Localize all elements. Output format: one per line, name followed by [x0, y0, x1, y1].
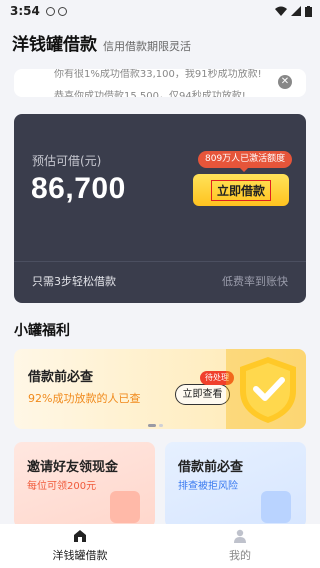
- loan-amount-label: 预估可借(元): [32, 154, 102, 168]
- bottom-tab-bar: 洋钱罐借款 我的: [0, 524, 320, 568]
- red-envelope-icon: [110, 491, 140, 523]
- battery-icon: [305, 5, 312, 17]
- section-title: 小罐福利: [14, 323, 70, 339]
- promo-subtitle: 92%成功放款的人已查: [28, 392, 141, 405]
- tab-loan[interactable]: 洋钱罐借款: [0, 524, 160, 568]
- notice-line: 恭喜你成功借款15,500，仅94秒成功放款!: [54, 91, 246, 97]
- divider: [14, 261, 306, 262]
- rate-text: 低费率到账快: [222, 275, 288, 288]
- apply-loan-button[interactable]: 立即借款: [193, 174, 289, 206]
- home-icon: [74, 530, 86, 542]
- tab-profile-label: 我的: [229, 549, 251, 562]
- page-header: 洋钱罐借款 信用借款期限灵活: [12, 30, 191, 56]
- check-before-loan-title: 借款前必查: [178, 460, 244, 475]
- page-title: 洋钱罐借款: [12, 35, 97, 55]
- notice-banner: 你有很1%成功借款33,100，我91秒成功放款! 恭喜你成功借款15,500，…: [14, 69, 306, 97]
- tab-profile[interactable]: 我的: [160, 524, 320, 568]
- invite-friends-subtitle: 每位可领200元: [27, 481, 97, 492]
- page-subtitle: 信用借款期限灵活: [103, 40, 191, 53]
- status-icons: [275, 5, 312, 17]
- shield-check-icon: [226, 349, 306, 429]
- document-icon: [261, 491, 291, 523]
- notification-icon: [57, 6, 67, 16]
- status-bar: 3:54: [0, 0, 320, 22]
- promo-title: 借款前必查: [28, 370, 94, 385]
- tab-loan-label: 洋钱罐借款: [52, 549, 108, 562]
- invite-friends-title: 邀请好友领现金: [27, 460, 119, 475]
- apply-loan-label: 立即借款: [210, 179, 271, 201]
- close-icon[interactable]: ✕: [278, 75, 292, 89]
- check-before-loan-card[interactable]: 借款前必查 排查被拒风险: [165, 442, 306, 528]
- notice-line: 你有很1%成功借款33,100，我91秒成功放款!: [54, 69, 262, 80]
- loan-amount: 86,700: [31, 172, 126, 205]
- notification-icon: [45, 6, 55, 16]
- invite-friends-card[interactable]: 邀请好友领现金 每位可领200元: [14, 442, 155, 528]
- wifi-icon: [275, 6, 287, 16]
- signal-icon: [291, 6, 301, 16]
- promo-banner[interactable]: 借款前必查 92%成功放款的人已查 立即查看 待处理: [14, 349, 306, 429]
- carousel-dot: [159, 424, 163, 427]
- steps-text: 只需3步轻松借款: [32, 275, 116, 288]
- carousel-dot-active: [148, 424, 156, 427]
- loan-card: 预估可借(元) 86,700 809万人已激活额度 立即借款 只需3步轻松借款 …: [14, 114, 306, 303]
- activation-bubble: 809万人已激活额度: [198, 151, 293, 172]
- status-time: 3:54: [10, 4, 40, 18]
- view-now-button[interactable]: 立即查看: [175, 384, 230, 405]
- user-icon: [234, 529, 246, 543]
- carousel-indicator: [148, 424, 163, 427]
- check-before-loan-subtitle: 排查被拒风险: [178, 481, 238, 492]
